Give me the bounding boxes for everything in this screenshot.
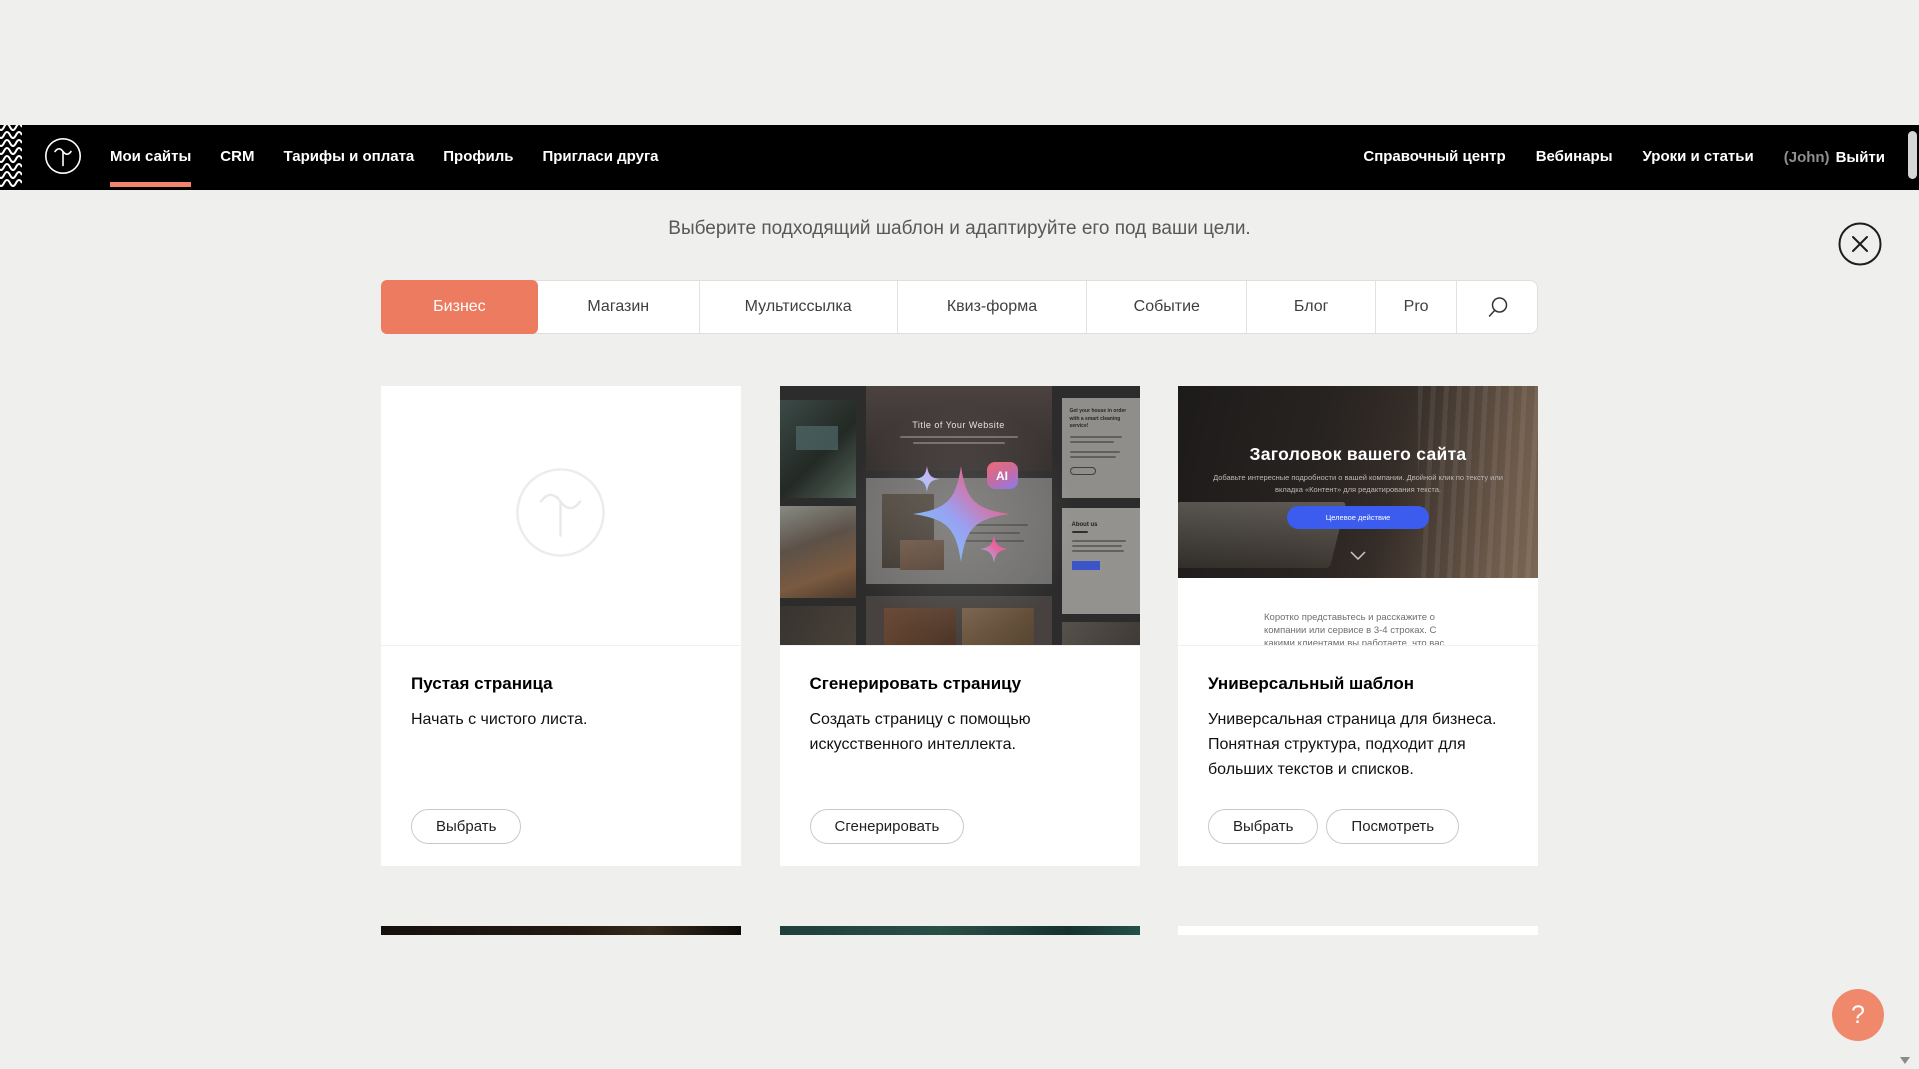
magnifier-icon [1486,296,1509,319]
nav-item-invite-friend[interactable]: Пригласи друга [542,125,658,190]
tilda-logo-pale-icon [514,466,607,559]
navbar-right-menu: Справочный центр Вебинары Уроки и статьи… [1363,125,1885,190]
nav-item-help-center[interactable]: Справочный центр [1363,125,1505,190]
card-title: Пустая страница [411,674,711,694]
tab-business[interactable]: Бизнес [381,280,538,334]
card-description: Начать с чистого листа. [411,708,711,733]
card-title: Универсальный шаблон [1208,674,1508,694]
page-subtitle: Выберите подходящий шаблон и адаптируйте… [381,218,1538,240]
tab-search[interactable] [1457,281,1537,333]
logout-link[interactable]: Выйти [1836,149,1885,166]
tab-blog[interactable]: Блог [1247,281,1376,333]
user-logout-group: (John) Выйти [1784,149,1885,166]
card-blank-page[interactable]: Пустая страница Начать с чистого листа. … [381,386,741,866]
template-cta-button: Целевое действие [1287,506,1429,529]
next-template-row [381,926,1538,935]
ai-badge: AI [987,462,1018,489]
help-chat-button[interactable]: ? [1832,989,1884,1041]
ai-collage-preview: Title of Your Website Get yo [780,386,1140,646]
template-category-tabs: Бизнес Магазин Мультиссылка Квиз-форма С… [381,280,1538,334]
card-description: Универсальная страница для бизнеса. Поня… [1208,708,1508,782]
tab-quiz-form[interactable]: Квиз-форма [898,281,1088,333]
view-button[interactable]: Посмотреть [1326,809,1459,844]
choose-button[interactable]: Выбрать [411,809,521,844]
template-hero: Заголовок вашего сайта Добавьте интересн… [1178,386,1538,578]
template-card-partial[interactable] [381,926,741,935]
template-hero-subtext: Добавьте интересные подробности о вашей … [1202,472,1514,495]
card-universal-template[interactable]: Заголовок вашего сайта Добавьте интересн… [1178,386,1538,866]
template-cards-row: Пустая страница Начать с чистого листа. … [381,386,1538,866]
card-title: Сгенерировать страницу [810,674,1110,694]
tab-multilink[interactable]: Мультиссылка [700,281,898,333]
template-card-partial[interactable] [1178,926,1538,935]
nav-item-plans[interactable]: Тарифы и оплата [283,125,414,190]
scrollbar-thumb[interactable] [1908,131,1917,179]
generate-button[interactable]: Сгенерировать [810,809,965,844]
card-description: Создать страницу с помощью искусственног… [810,708,1110,758]
top-navbar: Мои сайты CRM Тарифы и оплата Профиль Пр… [0,125,1919,190]
close-icon[interactable] [1838,222,1882,266]
nav-item-my-sites[interactable]: Мои сайты [110,125,191,190]
tab-pro[interactable]: Pro [1376,281,1457,333]
tab-event[interactable]: Событие [1087,281,1247,333]
user-name: (John) [1784,149,1830,166]
nav-item-profile[interactable]: Профиль [443,125,513,190]
navbar-left-menu: Мои сайты CRM Тарифы и оплата Профиль Пр… [110,125,659,190]
gradient-four-point-star-icon [780,386,1140,646]
universal-template-preview: Заголовок вашего сайта Добавьте интересн… [1178,386,1538,646]
template-paragraph: Коротко представьтесь и расскажите о ком… [1264,611,1460,646]
new-page-dialog: Новая страница Выберите подходящий шабло… [381,125,1538,935]
nav-item-lessons[interactable]: Уроки и статьи [1643,125,1754,190]
scrollbar-down-arrow[interactable] [1900,1057,1910,1064]
tilda-logo-icon[interactable] [44,137,82,175]
chevron-down-icon [1350,551,1366,560]
zigzag-pattern-icon [0,125,22,190]
card-ai-generate[interactable]: Title of Your Website Get yo [780,386,1140,866]
tab-store[interactable]: Магазин [538,281,700,333]
nav-item-webinars[interactable]: Вебинары [1536,125,1613,190]
template-hero-heading: Заголовок вашего сайта [1178,386,1538,465]
blank-page-preview [381,386,741,646]
choose-button[interactable]: Выбрать [1208,809,1318,844]
nav-item-crm[interactable]: CRM [220,125,254,190]
template-card-partial[interactable] [780,926,1140,935]
